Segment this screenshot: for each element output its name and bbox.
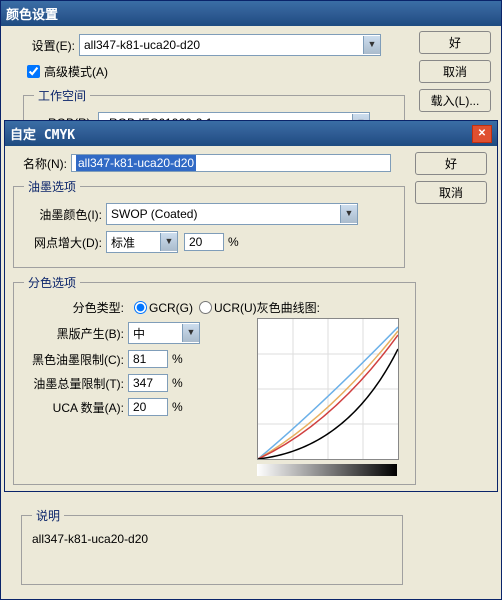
cmyk-title: 自定 CMYK [10, 124, 75, 143]
cmyk-cancel-button[interactable]: 取消 [415, 181, 487, 204]
total-limit-label: 油墨总量限制(T): [24, 375, 124, 392]
total-limit-input[interactable] [128, 374, 168, 392]
percent-label: % [172, 376, 183, 390]
description-legend: 说明 [32, 507, 64, 524]
custom-cmyk-dialog: 自定 CMYK ✕ 好 取消 名称(N): all347-k81-uca20-d… [4, 120, 498, 492]
cmyk-content: 好 取消 名称(N): all347-k81-uca20-d20 油墨选项 油墨… [5, 146, 497, 499]
percent-label: % [228, 235, 239, 249]
color-settings-titlebar: 颜色设置 [1, 1, 501, 26]
ucr-label: UCR(U) [214, 301, 257, 315]
cmyk-button-column: 好 取消 [415, 152, 487, 204]
color-settings-title: 颜色设置 [6, 4, 58, 23]
chevron-down-icon: ▼ [363, 36, 380, 54]
cmyk-titlebar: 自定 CMYK ✕ [5, 121, 497, 146]
percent-label: % [172, 400, 183, 414]
gray-curve-graph [257, 318, 399, 460]
ucr-radio[interactable] [199, 301, 212, 314]
parent-load-button[interactable]: 载入(L)... [419, 89, 491, 112]
settings-select[interactable]: all347-k81-uca20-d20 ▼ [79, 34, 381, 56]
separation-options-fieldset: 分色选项 分色类型: GCR(G) UCR(U) 黑版产生(B): 中 [13, 274, 416, 485]
black-gen-select[interactable]: 中 ▼ [128, 322, 200, 344]
dot-gain-value-input[interactable] [184, 233, 224, 251]
black-limit-label: 黑色油墨限制(C): [24, 351, 124, 368]
workspace-legend: 工作空间 [34, 87, 90, 104]
name-input[interactable]: all347-k81-uca20-d20 [71, 154, 391, 172]
description-text: all347-k81-uca20-d20 [32, 532, 392, 546]
ink-color-select[interactable]: SWOP (Coated) ▼ [106, 203, 358, 225]
parent-button-column: 好 取消 载入(L)... [419, 31, 491, 112]
name-label: 名称(N): [13, 155, 67, 172]
description-fieldset: 说明 all347-k81-uca20-d20 [21, 507, 403, 585]
uca-input[interactable] [128, 398, 168, 416]
black-limit-input[interactable] [128, 350, 168, 368]
chevron-down-icon: ▼ [160, 233, 177, 251]
black-gen-label: 黑版产生(B): [24, 325, 124, 342]
ink-options-fieldset: 油墨选项 油墨颜色(I): SWOP (Coated) ▼ 网点增大(D): 标… [13, 178, 405, 268]
chevron-down-icon: ▼ [182, 324, 199, 342]
percent-label: % [172, 352, 183, 366]
ink-options-legend: 油墨选项 [24, 178, 80, 195]
settings-label: 设置(E): [23, 37, 75, 54]
ink-color-label: 油墨颜色(I): [24, 206, 102, 223]
gcr-radio[interactable] [134, 301, 147, 314]
curve-svg [258, 319, 398, 459]
uca-label: UCA 数量(A): [24, 399, 124, 416]
parent-cancel-button[interactable]: 取消 [419, 60, 491, 83]
close-icon[interactable]: ✕ [472, 125, 492, 143]
advanced-mode-label: 高级模式(A) [44, 63, 108, 80]
dot-gain-label: 网点增大(D): [24, 234, 102, 251]
gray-curve-label: 灰色曲线图: [257, 299, 405, 316]
parent-ok-button[interactable]: 好 [419, 31, 491, 54]
advanced-mode-checkbox[interactable] [27, 65, 40, 78]
chevron-down-icon: ▼ [340, 205, 357, 223]
sep-type-label: 分色类型: [24, 299, 124, 316]
gcr-label: GCR(G) [149, 301, 193, 315]
cmyk-ok-button[interactable]: 好 [415, 152, 487, 175]
separation-options-legend: 分色选项 [24, 274, 80, 291]
gradient-bar [257, 464, 397, 476]
dot-gain-type-select[interactable]: 标准 ▼ [106, 231, 178, 253]
